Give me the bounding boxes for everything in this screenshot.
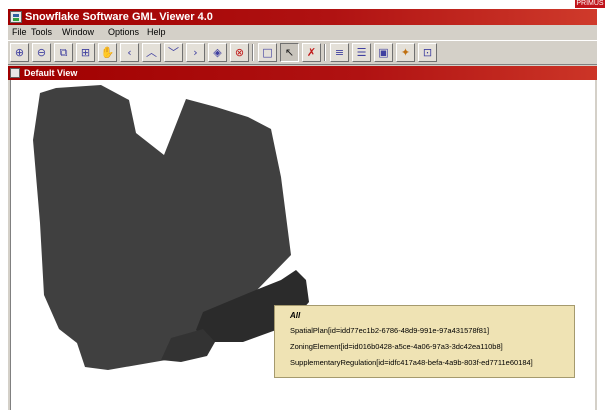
pan-left-button[interactable]: ‹ (120, 43, 139, 62)
layers-button[interactable]: ≡ (330, 43, 349, 62)
recenter-button[interactable]: ◈ (208, 43, 227, 62)
layers-icon: ≡ (334, 46, 345, 59)
select-box-icon: □ (262, 46, 273, 59)
zoom-window-button[interactable]: ⧉ (54, 43, 73, 62)
clear-selection-icon: ✗ (306, 46, 317, 59)
menu-window[interactable]: Window (62, 25, 94, 40)
menu-help[interactable]: Help (147, 25, 166, 40)
view-icon (10, 68, 20, 78)
pan-up-button[interactable]: ︿ (142, 43, 161, 62)
export-icon: ⊡ (422, 46, 433, 59)
stop-icon: ⊗ (234, 46, 245, 59)
pan-down-button[interactable]: ﹀ (164, 43, 183, 62)
pointer-icon: ↖ (284, 46, 295, 59)
attributes-icon: ☰ (356, 46, 367, 59)
tooltip-line-spatial-plan: SpatialPlan[id=idd77ec1b2-6786-48d9-991e… (290, 326, 490, 335)
pointer-button[interactable]: ↖ (280, 43, 299, 62)
tooltip-line-supplementary-regulation: SupplementaryRegulation[id=idfc417a48-be… (290, 358, 533, 367)
map-preview-button[interactable]: ▣ (374, 43, 393, 62)
zoom-extent-button[interactable]: ⊞ (76, 43, 95, 62)
pan-up-icon: ︿ (146, 46, 157, 59)
tooltip-header: All (290, 311, 301, 320)
settings-icon: ✦ (400, 46, 411, 59)
menu-tools[interactable]: Tools (31, 25, 52, 40)
toolbar: ⊕ ⊖ ⧉ ⊞ ✋ ‹ ︿ ﹀ › ◈ ⊗ □ ↖ ✗ ≡ ☰ ▣ ✦ ⊡ (8, 40, 597, 65)
title-bar: Snowflake Software GML Viewer 4.0 (8, 9, 597, 25)
stop-button[interactable]: ⊗ (230, 43, 249, 62)
zoom-window-icon: ⧉ (59, 46, 68, 59)
pan-icon: ✋ (100, 46, 115, 59)
menu-options[interactable]: Options (108, 25, 139, 40)
zoom-out-button[interactable]: ⊖ (32, 43, 51, 62)
view-title-bar: Default View (8, 66, 597, 80)
zoom-out-icon: ⊖ (36, 46, 47, 59)
app-logo-icon (10, 11, 22, 23)
toolbar-separator (252, 44, 254, 61)
feature-tooltip: All SpatialPlan[id=idd77ec1b2-6786-48d9-… (274, 305, 575, 378)
window-title: Snowflake Software GML Viewer 4.0 (25, 11, 213, 23)
attributes-button[interactable]: ☰ (352, 43, 371, 62)
corner-tag: PRIMUS (575, 0, 605, 8)
zoom-extent-icon: ⊞ (80, 46, 91, 59)
export-button[interactable]: ⊡ (418, 43, 437, 62)
app-window: Snowflake Software GML Viewer 4.0 File T… (8, 9, 597, 410)
pan-down-icon: ﹀ (168, 46, 179, 59)
toolbar-separator (324, 44, 326, 61)
pan-left-icon: ‹ (127, 46, 132, 59)
select-box-button[interactable]: □ (258, 43, 277, 62)
zoom-in-button[interactable]: ⊕ (10, 43, 29, 62)
menu-file[interactable]: File (12, 25, 27, 40)
settings-button[interactable]: ✦ (396, 43, 415, 62)
menu-bar: File Tools Window Options Help (8, 25, 597, 40)
pan-button[interactable]: ✋ (98, 43, 117, 62)
zoom-in-icon: ⊕ (14, 46, 25, 59)
recenter-icon: ◈ (213, 46, 222, 59)
view-title: Default View (24, 68, 78, 78)
clear-selection-button[interactable]: ✗ (302, 43, 321, 62)
tooltip-line-zoning-element: ZoningElement[id=id016b0428-a5ce-4a06-97… (290, 342, 503, 351)
pan-right-button[interactable]: › (186, 43, 205, 62)
map-preview-icon: ▣ (378, 46, 389, 59)
pan-right-icon: › (193, 46, 198, 59)
